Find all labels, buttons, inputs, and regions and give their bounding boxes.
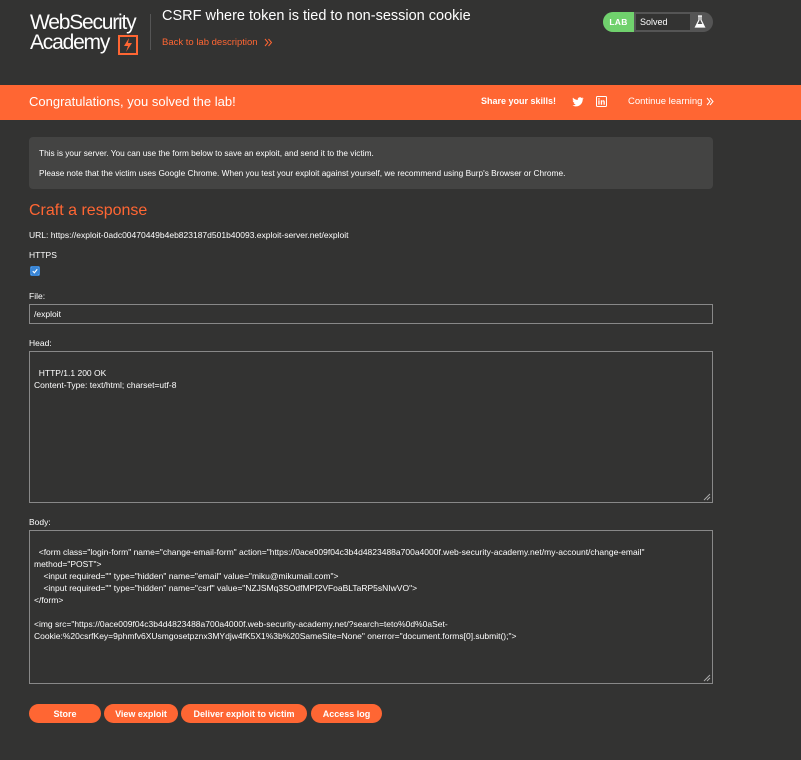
info-line-2: Please note that the victim uses Google … [39, 168, 566, 178]
https-checkbox[interactable] [30, 266, 40, 276]
body-label: Body: [29, 517, 51, 527]
websecurity-academy-logo[interactable]: WebSecurity Academy [30, 12, 150, 56]
https-label: HTTPS [29, 250, 57, 260]
solved-banner: Congratulations, you solved the lab! Sha… [0, 85, 801, 120]
exploit-url: URL: https://exploit-0adc00470449b4eb823… [29, 230, 349, 240]
lab-title: CSRF where token is tied to non-session … [162, 8, 471, 24]
header: WebSecurity Academy CSRF where token is … [0, 0, 801, 85]
resize-grip-icon[interactable] [702, 673, 711, 682]
lab-status-text: Solved [636, 14, 690, 30]
head-textarea-content: HTTP/1.1 200 OK Content-Type: text/html;… [34, 368, 177, 390]
resize-grip-icon[interactable] [702, 492, 711, 501]
linkedin-icon[interactable] [596, 96, 607, 107]
share-label: Share your skills! [481, 96, 557, 106]
head-label: Head: [29, 338, 52, 348]
craft-response-heading: Craft a response [29, 202, 148, 219]
back-to-lab-description-link[interactable]: Back to lab description [162, 37, 273, 48]
continue-learning-label: Continue learning [628, 96, 703, 107]
deliver-exploit-button[interactable]: Deliver exploit to victim [181, 704, 307, 723]
lab-badge: LAB [603, 12, 634, 32]
file-label: File: [29, 291, 46, 301]
congrats-message: Congratulations, you solved the lab! [29, 94, 236, 109]
logo-line1: WebSecurity [30, 11, 137, 34]
head-textarea[interactable]: HTTP/1.1 200 OK Content-Type: text/html;… [29, 351, 713, 503]
file-input[interactable]: /exploit [29, 304, 713, 324]
chevron-right-icon [264, 38, 272, 47]
server-info-box: This is your server. You can use the for… [29, 137, 713, 189]
header-divider [150, 14, 151, 50]
info-line-1: This is your server. You can use the for… [39, 148, 374, 158]
checkbox-check-icon [31, 267, 39, 275]
body-textarea[interactable]: <form class="login-form" name="change-em… [29, 530, 713, 684]
view-exploit-button[interactable]: View exploit [104, 704, 178, 723]
lab-status-widget: LAB Solved [603, 12, 713, 32]
flask-icon [694, 15, 706, 28]
body-textarea-content: <form class="login-form" name="change-em… [34, 547, 645, 641]
store-button[interactable]: Store [29, 704, 101, 723]
access-log-button[interactable]: Access log [311, 704, 382, 723]
twitter-icon[interactable] [572, 96, 584, 108]
back-link-label: Back to lab description [162, 37, 258, 48]
logo-line2: Academy [30, 31, 110, 54]
continue-learning-link[interactable]: Continue learning [628, 96, 715, 107]
chevron-right-icon [707, 97, 715, 106]
logo-mark-icon [118, 35, 138, 55]
